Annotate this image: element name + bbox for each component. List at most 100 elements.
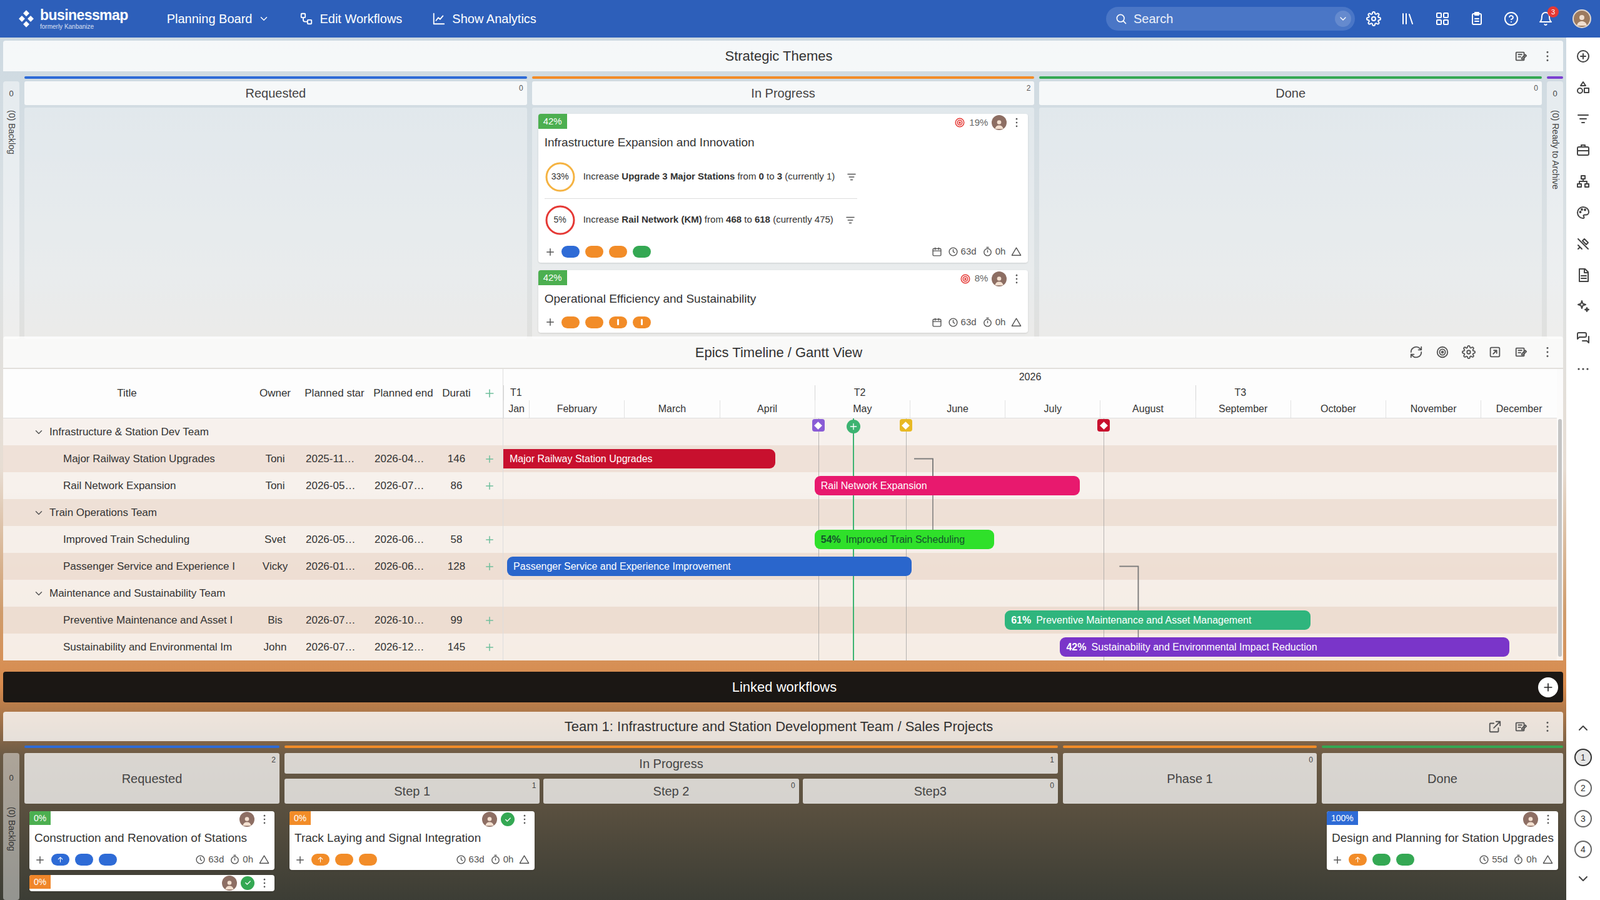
collapsed-column[interactable]: 0(0) Ready to Archive (1546, 76, 1564, 339)
plus-icon[interactable] (544, 316, 556, 328)
sparkle-icon[interactable] (1575, 298, 1591, 314)
column-header[interactable]: Step 20 (543, 778, 799, 804)
gantt-bar[interactable]: 54%Improved Train Scheduling (814, 529, 995, 549)
theme-card[interactable]: 42%19%Infrastructure Expansion and Innov… (538, 113, 1029, 263)
theme-card[interactable]: 42%8%Operational Efficiency and Sustaina… (538, 270, 1029, 334)
milestone-marker[interactable] (812, 418, 825, 432)
more-icon[interactable] (1575, 361, 1591, 377)
filter-icon[interactable] (1575, 111, 1591, 127)
kebab-icon[interactable] (1540, 345, 1555, 359)
expand-toggle[interactable] (33, 587, 45, 599)
gantt-group-row[interactable]: Infrastructure & Station Dev Team (3, 418, 503, 446)
plus-circle-icon[interactable] (1575, 48, 1591, 64)
target-icon[interactable] (1435, 345, 1450, 359)
gantt-bar[interactable]: 42%Sustainability and Environmental Impa… (1059, 637, 1509, 657)
gear-icon[interactable] (1461, 345, 1476, 359)
kebab-icon[interactable] (1010, 272, 1023, 286)
tools-icon[interactable] (1575, 236, 1591, 252)
user-avatar[interactable] (1572, 9, 1592, 29)
tag[interactable] (1396, 853, 1415, 866)
column-header[interactable]: Owner (259, 385, 291, 402)
library-icon[interactable] (1400, 11, 1416, 27)
column-header[interactable]: Requested2 (24, 752, 280, 804)
column-header[interactable]: Phase 10 (1062, 752, 1317, 804)
page-button[interactable]: 4 (1574, 840, 1592, 858)
column-header[interactable]: Done0 (1039, 81, 1542, 106)
tag[interactable] (585, 316, 604, 329)
avatar[interactable] (991, 115, 1007, 131)
tag[interactable] (1348, 853, 1367, 866)
chat-icon[interactable] (1575, 330, 1591, 346)
export-icon[interactable] (1488, 345, 1502, 359)
column-header[interactable]: In Progress1 (284, 752, 1058, 774)
tag[interactable] (358, 853, 378, 866)
column-header[interactable]: Done (1321, 752, 1564, 804)
milestone-marker[interactable] (899, 418, 913, 432)
card-title[interactable]: Track Laying and Signal Integration (289, 827, 535, 850)
avatar[interactable] (482, 811, 498, 827)
plus-icon[interactable] (294, 854, 306, 866)
avatar[interactable] (1523, 811, 1539, 827)
plus-icon[interactable] (483, 641, 496, 653)
plus-icon[interactable] (483, 480, 496, 492)
notifications[interactable]: 3 (1538, 11, 1554, 27)
note-icon[interactable] (1514, 49, 1529, 64)
kebab-icon[interactable] (518, 812, 531, 826)
card-title[interactable]: Infrastructure Expansion and Innovation (538, 131, 1029, 156)
dropdown-indicator[interactable] (258, 13, 270, 25)
tag[interactable] (98, 853, 117, 866)
search-input[interactable] (1133, 9, 1329, 29)
search-scope[interactable] (1334, 10, 1352, 27)
task-card[interactable]: 0% (29, 874, 275, 891)
tag[interactable] (632, 245, 651, 258)
briefcase-icon[interactable] (1575, 142, 1591, 158)
note-icon[interactable] (1514, 719, 1529, 734)
gantt-group-row[interactable]: Train Operations Team (3, 498, 503, 526)
column-header[interactable]: Planned star (304, 385, 364, 402)
logo[interactable]: businessmapformerly Kanbanize (17, 8, 129, 31)
refresh-icon[interactable] (1409, 345, 1424, 359)
task-card[interactable]: 0%Track Laying and Signal Integration63d… (289, 810, 535, 870)
filter-icon[interactable] (845, 171, 858, 183)
avatar[interactable] (991, 271, 1007, 287)
add-workflow-button[interactable] (1538, 677, 1559, 698)
column-header[interactable]: Requested0 (24, 81, 528, 106)
grid-icon[interactable] (1434, 11, 1450, 27)
kebab-icon[interactable] (1540, 719, 1555, 734)
nav-menu-item[interactable]: Planning Board (166, 9, 271, 29)
objective[interactable]: 33%Increase Upgrade 3 Major Stations fro… (544, 155, 858, 199)
plus-icon[interactable] (1331, 854, 1344, 866)
column-header[interactable]: Durati (442, 385, 471, 402)
today-marker[interactable] (846, 419, 861, 434)
filter-icon[interactable] (844, 214, 856, 226)
card-title[interactable]: Operational Efficiency and Sustainabilit… (538, 287, 1029, 312)
gantt-bar[interactable]: Passenger Service and Experience Improve… (507, 556, 912, 576)
tag[interactable] (585, 245, 604, 258)
collapsed-column[interactable]: 0(0) Backlog (3, 745, 20, 900)
gantt-item-row[interactable]: Preventive Maintenance and Asset IBis202… (3, 606, 503, 634)
tag[interactable] (561, 316, 580, 329)
collapsed-column[interactable]: 0(0) Backlog (3, 76, 20, 339)
gantt-group-row[interactable]: Maintenance and Sustainability Team (3, 579, 503, 607)
column-header[interactable]: Title (116, 385, 137, 402)
help-icon[interactable] (1503, 11, 1519, 27)
expand-toggle[interactable] (33, 426, 45, 438)
kebab-icon[interactable] (1540, 49, 1555, 64)
plus-icon[interactable] (483, 453, 496, 465)
tag[interactable] (75, 853, 94, 866)
gear-icon[interactable] (1366, 11, 1382, 27)
column-header[interactable]: Planned end (373, 385, 433, 402)
gantt-bar[interactable]: 61%Preventive Maintenance and Asset Mana… (1004, 610, 1311, 630)
external-icon[interactable] (1488, 719, 1502, 734)
chevron-up-icon[interactable] (1575, 720, 1591, 736)
kebab-icon[interactable] (1010, 116, 1023, 129)
note-icon[interactable] (1514, 345, 1529, 359)
task-card[interactable]: 0%Construction and Renovation of Station… (29, 810, 275, 870)
gantt-bar[interactable]: Major Railway Station Upgrades (503, 448, 776, 469)
column-header[interactable]: In Progress2 (532, 81, 1035, 106)
document-icon[interactable] (1575, 267, 1591, 283)
expand-toggle[interactable] (33, 507, 45, 519)
gantt-bar[interactable]: Rail Network Expansion (814, 475, 1081, 496)
kebab-icon[interactable] (258, 812, 271, 826)
shapes-icon[interactable] (1575, 80, 1591, 96)
